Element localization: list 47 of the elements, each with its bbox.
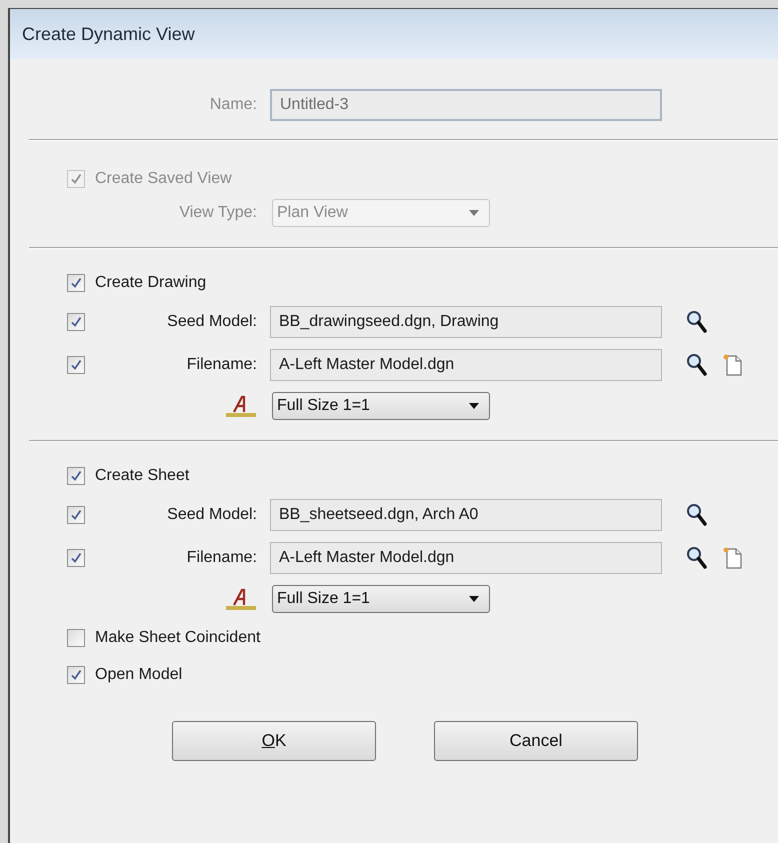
- path-field[interactable]: A-Left Master Model.dgn: [270, 349, 662, 381]
- checkbox-label: Create Sheet: [95, 466, 190, 486]
- checkbox[interactable]: [67, 629, 85, 647]
- check-icon: [70, 359, 82, 371]
- search-icon[interactable]: [686, 353, 708, 377]
- scale-dropdown[interactable]: Full Size 1=1: [272, 585, 490, 613]
- checkbox[interactable]: [67, 506, 85, 524]
- field-label: Filename:: [186, 548, 257, 568]
- annotation-scale-icon: [225, 394, 257, 418]
- field-label: Seed Model:: [166, 505, 257, 525]
- search-icon[interactable]: [686, 310, 708, 334]
- checkbox[interactable]: [67, 549, 85, 567]
- check-icon: [70, 669, 82, 681]
- check-icon: [70, 277, 82, 289]
- checkbox[interactable]: [67, 356, 85, 374]
- path-field[interactable]: BB_sheetseed.dgn, Arch A0: [270, 499, 662, 531]
- field-label: Name:: [208, 95, 257, 115]
- check-icon: [70, 173, 82, 185]
- checkbox[interactable]: [67, 274, 85, 292]
- field-label: View Type:: [178, 203, 257, 223]
- checkbox[interactable]: [67, 467, 85, 485]
- checkbox[interactable]: [67, 313, 85, 331]
- checkbox-label: Create Drawing: [95, 273, 206, 293]
- check-icon: [70, 316, 82, 328]
- search-icon[interactable]: [686, 546, 708, 570]
- annotation-scale-icon: [225, 587, 257, 611]
- field-label: Seed Model:: [166, 312, 257, 332]
- path-field[interactable]: A-Left Master Model.dgn: [270, 542, 662, 574]
- search-icon[interactable]: [686, 503, 708, 527]
- checkbox[interactable]: [67, 666, 85, 684]
- dropdown-arrow-icon: [469, 403, 479, 409]
- check-icon: [70, 470, 82, 482]
- new-file-icon[interactable]: [722, 546, 744, 570]
- check-icon: [70, 509, 82, 521]
- new-file-icon[interactable]: [722, 353, 744, 377]
- path-field[interactable]: BB_drawingseed.dgn, Drawing: [270, 306, 662, 338]
- check-icon: [70, 552, 82, 564]
- dropdown-arrow-icon: [469, 596, 479, 602]
- dropdown-arrow-icon: [469, 210, 479, 216]
- checkbox-label: Open Model: [95, 665, 182, 685]
- dialog-button[interactable]: Cancel: [434, 721, 638, 761]
- dialog-button[interactable]: OK: [172, 721, 376, 761]
- checkbox-label: Make Sheet Coincident: [95, 628, 260, 648]
- scale-dropdown[interactable]: Full Size 1=1: [272, 392, 490, 420]
- window-title: Create Dynamic View: [22, 22, 195, 46]
- checkbox-label: Create Saved View: [95, 169, 232, 189]
- field-label: Filename:: [186, 355, 257, 375]
